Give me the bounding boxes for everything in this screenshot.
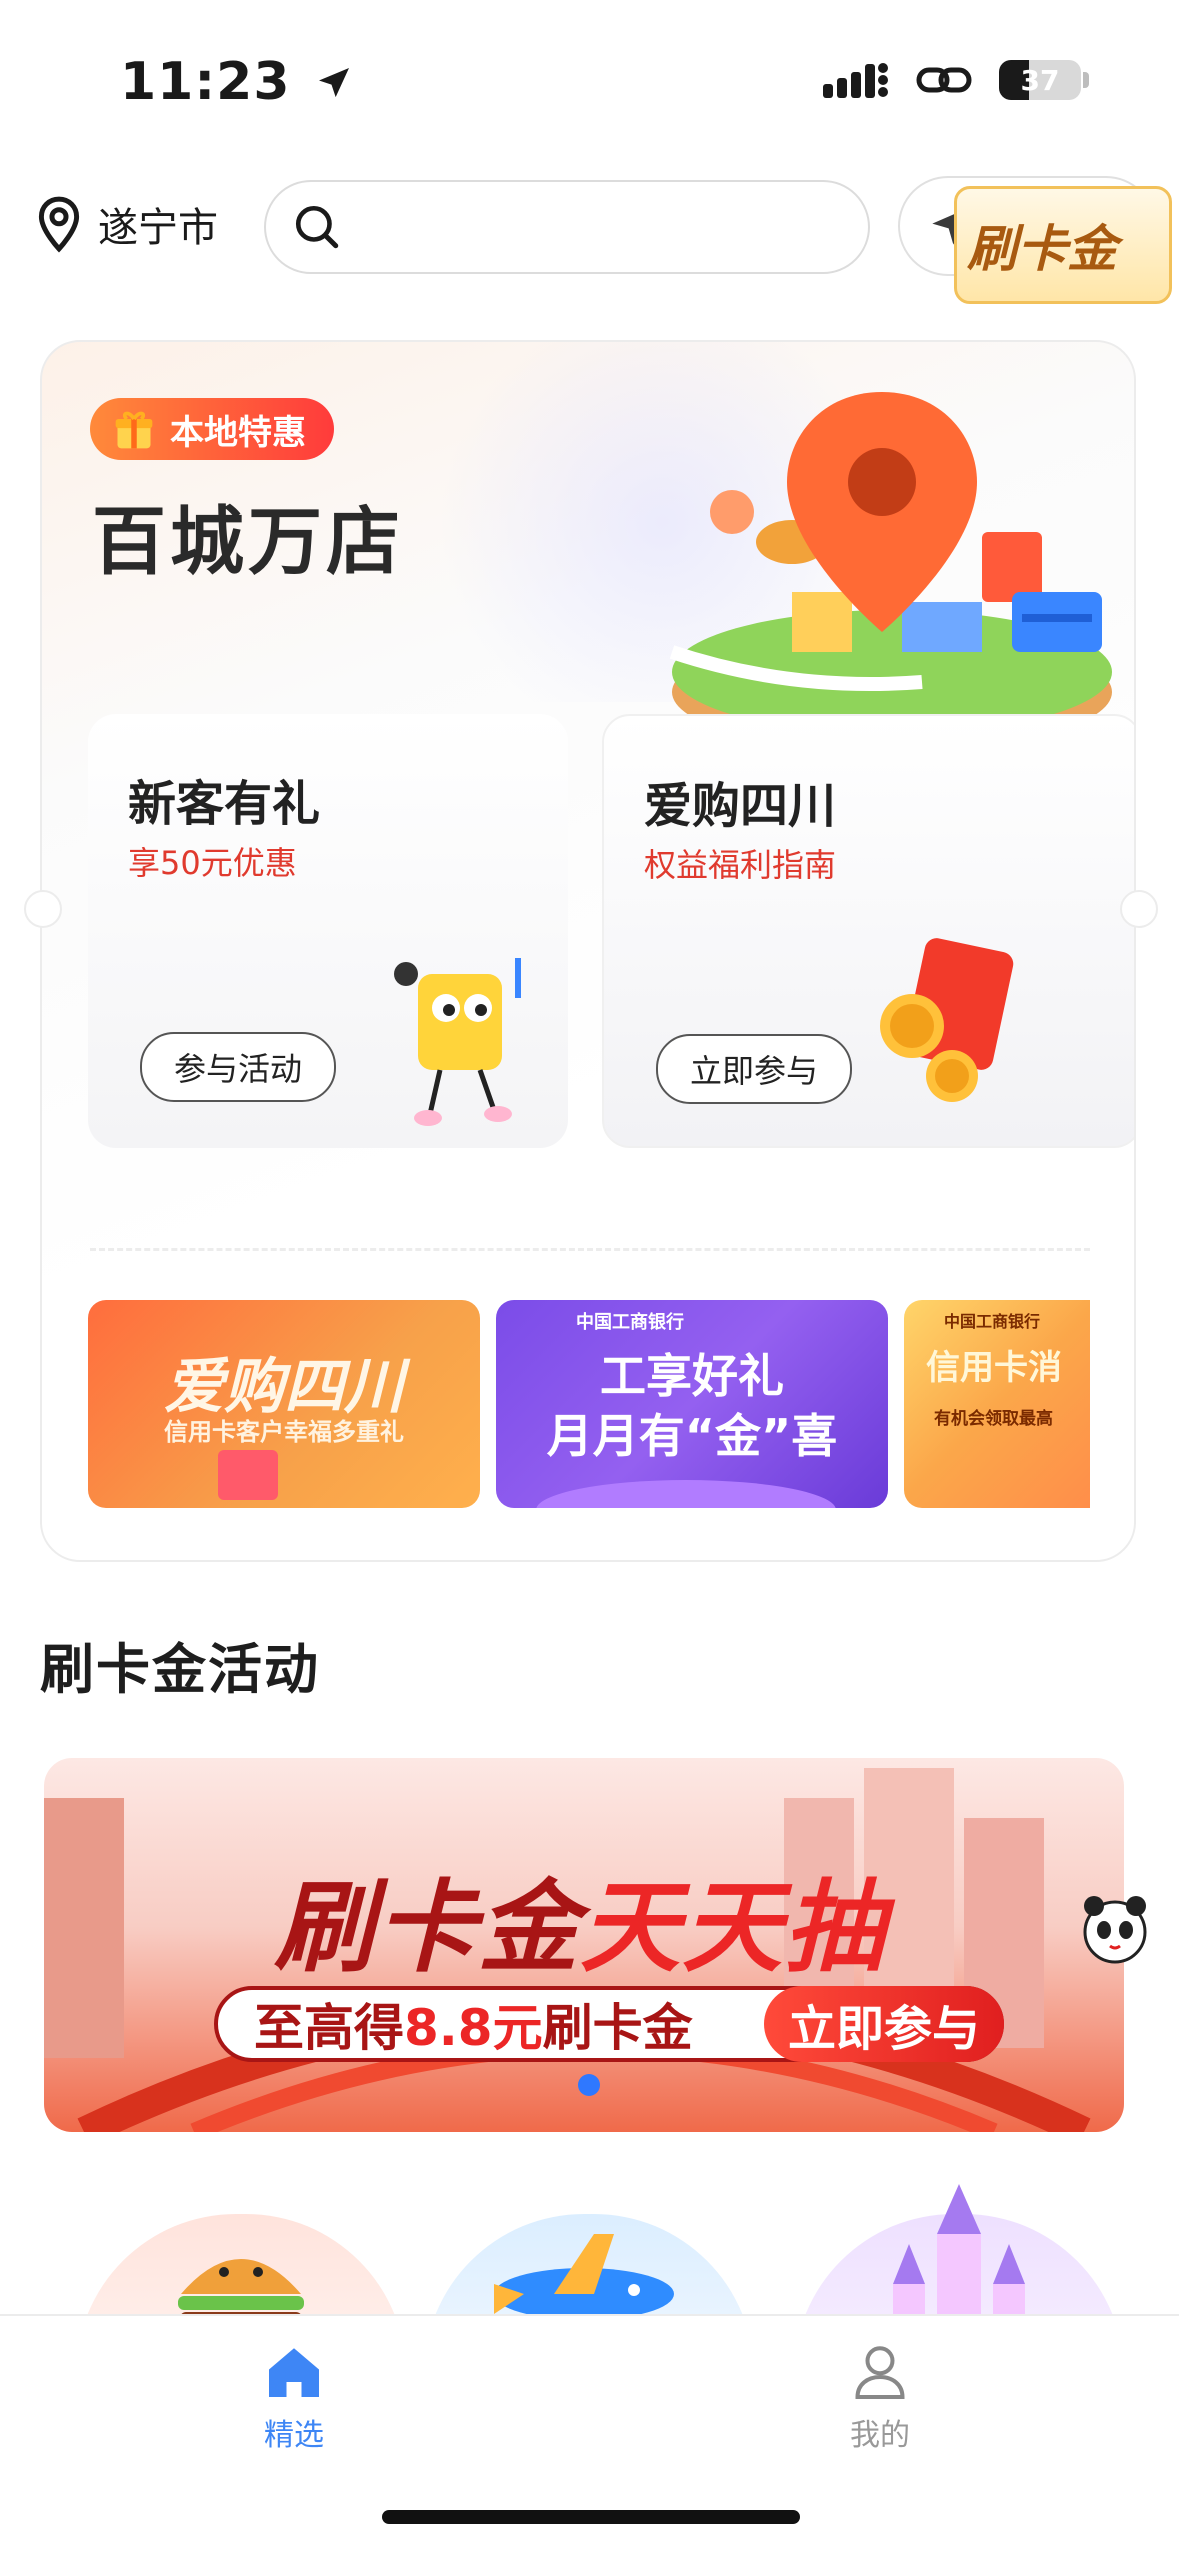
local-deals-badge: 本地特惠 xyxy=(90,398,334,460)
banner-love-shopping[interactable]: 爱购四川 信用卡客户幸福多重礼 xyxy=(88,1300,480,1508)
card-title: 新客有礼 xyxy=(128,776,321,832)
home-indicator[interactable] xyxy=(382,2510,800,2524)
panda-mascot xyxy=(1083,1896,1147,1964)
status-time: 11:23 xyxy=(120,52,354,112)
banner-subtitle: 月月有“金”喜 xyxy=(546,1409,838,1463)
location-arrow-icon xyxy=(318,68,349,98)
home-icon xyxy=(269,2348,319,2397)
search-icon xyxy=(295,205,339,249)
banner-title: 工享好礼 xyxy=(600,1349,784,1403)
bank-name: 中国工商银行 xyxy=(576,1312,684,1333)
divider xyxy=(90,1248,1090,1251)
card-desc: 享50元优惠 xyxy=(128,844,297,882)
local-deals-card: 本地特惠 百城万店 新客有礼 享50元优惠 参与活动 爱购四川 权益福利指南 立… xyxy=(40,340,1136,1562)
carousel-indicator xyxy=(578,2074,600,2096)
search-input[interactable] xyxy=(360,206,844,248)
mascot-illustration xyxy=(394,958,521,1126)
tab-label: 我的 xyxy=(850,2418,910,2453)
card-notch-left xyxy=(24,890,62,928)
user-icon xyxy=(855,2346,905,2399)
tab-mine[interactable]: 我的 xyxy=(780,2344,980,2454)
city-name: 遂宁市 xyxy=(98,205,218,251)
card-bonus-logo: 刷卡金 xyxy=(954,186,1172,304)
banner-title: 信用卡消 xyxy=(926,1348,1062,1388)
bank-name: 中国工商银行 xyxy=(944,1312,1041,1331)
banner-credit-card[interactable]: 中国工商银行 信用卡消 有机会领取最高 xyxy=(904,1300,1090,1508)
join-now-button[interactable]: 立即参与 xyxy=(656,1034,853,1104)
banner-subtitle: 有机会领取最高 xyxy=(934,1409,1053,1429)
tab-featured[interactable]: 精选 xyxy=(194,2344,394,2454)
tab-label: 精选 xyxy=(264,2418,324,2453)
banner-icbc-gift[interactable]: 中国工商银行 工享好礼 月月有“金”喜 xyxy=(496,1300,888,1508)
link-icon xyxy=(916,67,972,93)
cellular-signal-icon xyxy=(823,63,888,98)
city-selector[interactable]: 遂宁市 xyxy=(34,195,218,253)
city-map-illustration xyxy=(669,392,1112,752)
love-shopping-sichuan-card[interactable]: 爱购四川 权益福利指南 立即参与 xyxy=(602,714,1134,1148)
card-notch-right xyxy=(1120,890,1158,928)
promo-join-button[interactable]: 立即参与 xyxy=(763,1986,1004,2062)
card-title: 爱购四川 xyxy=(644,778,837,834)
red-envelope-illustration xyxy=(880,938,1014,1102)
search-bar[interactable] xyxy=(264,180,870,274)
battery-indicator: 37 xyxy=(999,60,1089,100)
promo-title: 刷卡金天天抽 xyxy=(274,1869,886,1986)
section-title: 刷卡金活动 xyxy=(40,1638,320,1701)
card-desc: 权益福利指南 xyxy=(644,846,837,884)
banner-subtitle: 信用卡客户幸福多重礼 xyxy=(164,1418,404,1446)
hero-title: 百城万店 xyxy=(92,499,404,585)
join-activity-button[interactable]: 参与活动 xyxy=(140,1032,337,1102)
new-customer-card[interactable]: 新客有礼 享50元优惠 参与活动 xyxy=(88,714,568,1148)
status-icons: 37 xyxy=(823,60,1089,100)
gift-icon xyxy=(115,411,153,449)
badge-label: 本地特惠 xyxy=(170,412,306,453)
location-pin-icon xyxy=(38,196,80,253)
promo-strip: 至高得8.8元刷卡金 立即参与 xyxy=(214,1986,1004,2062)
